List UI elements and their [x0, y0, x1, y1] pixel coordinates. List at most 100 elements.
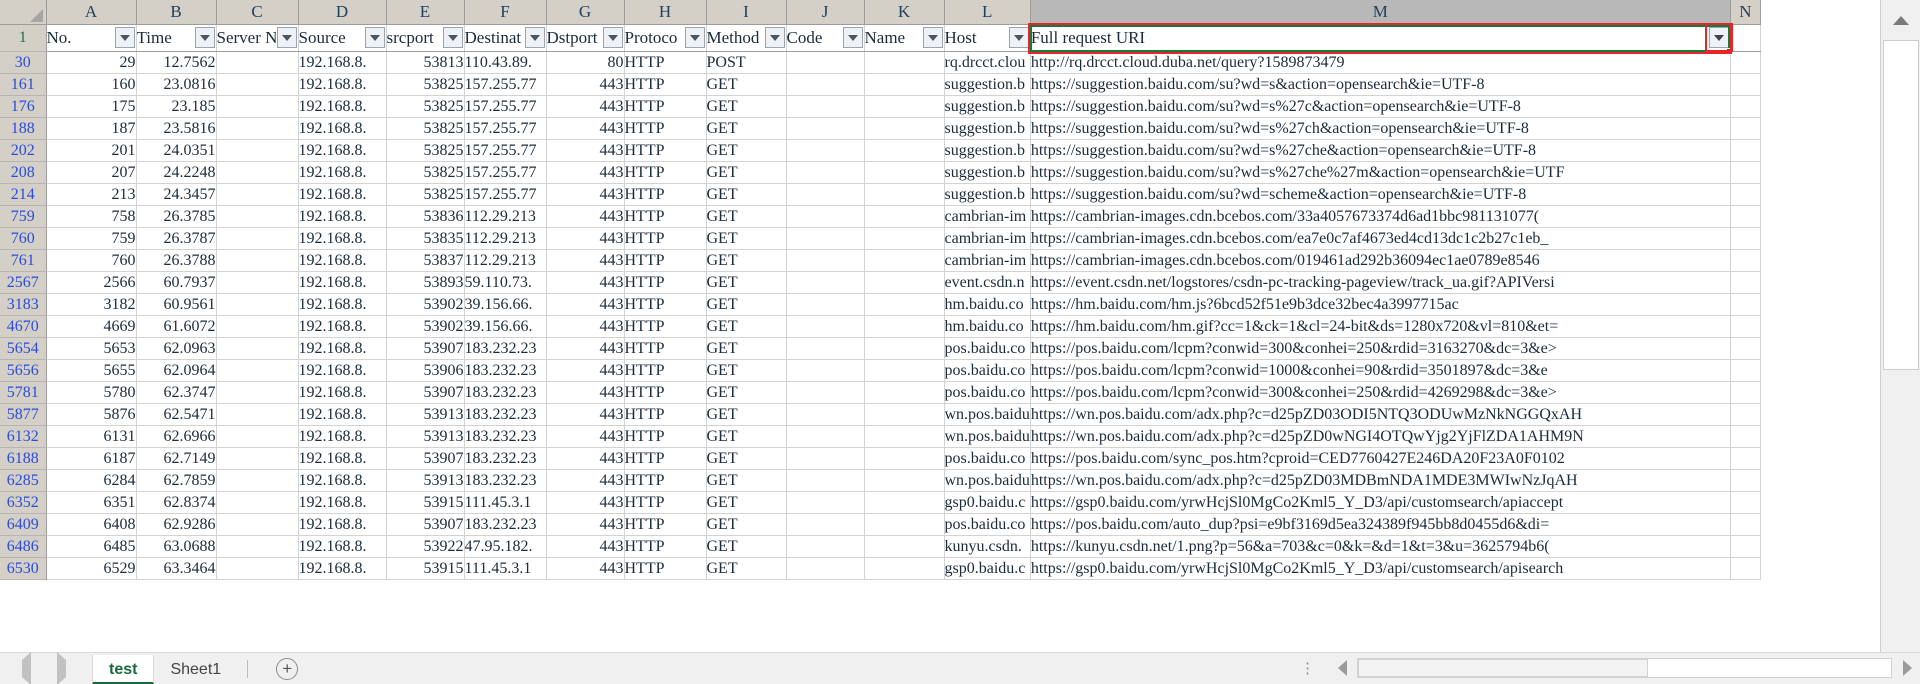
cell-i[interactable]: GET: [706, 557, 787, 580]
cell-j[interactable]: [786, 95, 865, 118]
cell-f[interactable]: 157.255.77: [464, 139, 547, 162]
cell-d[interactable]: 192.168.8.: [298, 293, 387, 316]
cell-d[interactable]: 192.168.8.: [298, 117, 387, 140]
cell-m[interactable]: https://hm.baidu.com/hm.gif?cc=1&ck=1&cl…: [1030, 315, 1731, 338]
cell-m[interactable]: https://pos.baidu.com/auto_dup?psi=e9bf3…: [1030, 513, 1731, 536]
cell-m[interactable]: https://suggestion.baidu.com/su?wd=s%27c…: [1030, 117, 1731, 140]
column-header-d[interactable]: D: [298, 0, 387, 25]
cell-j[interactable]: [786, 227, 865, 250]
row-header[interactable]: 6409: [0, 513, 47, 536]
cell-i[interactable]: GET: [706, 469, 787, 492]
cell-e[interactable]: 53906: [386, 359, 465, 382]
cell-e[interactable]: 53913: [386, 469, 465, 492]
cell-e[interactable]: 53825: [386, 73, 465, 96]
column-header-e[interactable]: E: [386, 0, 465, 25]
row-header[interactable]: 6188: [0, 447, 47, 470]
cell-j[interactable]: [786, 205, 865, 228]
cell-e[interactable]: 53825: [386, 139, 465, 162]
table-row[interactable]: 176 175 23.185 192.168.8. 53825 157.255.77 443…: [0, 95, 1761, 118]
cell-l[interactable]: kunyu.csdn.: [944, 535, 1031, 558]
cell-h[interactable]: HTTP: [624, 95, 707, 118]
cell-f[interactable]: 183.232.23: [464, 337, 547, 360]
cell-f[interactable]: 183.232.23: [464, 447, 547, 470]
row-header[interactable]: 5656: [0, 359, 47, 382]
cell-h[interactable]: HTTP: [624, 469, 707, 492]
cell-h[interactable]: HTTP: [624, 337, 707, 360]
cell-a[interactable]: 5653: [46, 337, 137, 360]
cell-h[interactable]: HTTP: [624, 557, 707, 580]
cell-a[interactable]: 187: [46, 117, 137, 140]
header-cell-j[interactable]: Code: [786, 24, 865, 52]
cell-e[interactable]: 53913: [386, 403, 465, 426]
cell-c[interactable]: [216, 205, 299, 228]
cell-i[interactable]: GET: [706, 161, 787, 184]
cell-k[interactable]: [864, 293, 945, 316]
cell-c[interactable]: [216, 271, 299, 294]
cell-n[interactable]: [1730, 315, 1761, 338]
cell-d[interactable]: 192.168.8.: [298, 249, 387, 272]
cell-e[interactable]: 53915: [386, 491, 465, 514]
cell-d[interactable]: 192.168.8.: [298, 227, 387, 250]
cell-n[interactable]: [1730, 469, 1761, 492]
cell-k[interactable]: [864, 227, 945, 250]
cell-g[interactable]: 443: [546, 95, 625, 118]
cell-a[interactable]: 758: [46, 205, 137, 228]
cell-h[interactable]: HTTP: [624, 535, 707, 558]
cell-m[interactable]: https://cambrian-images.cdn.bcebos.com/3…: [1030, 205, 1731, 228]
cell-f[interactable]: 39.156.66.: [464, 293, 547, 316]
cell-i[interactable]: GET: [706, 315, 787, 338]
cell-m[interactable]: https://cambrian-images.cdn.bcebos.com/0…: [1030, 249, 1731, 272]
cell-h[interactable]: HTTP: [624, 447, 707, 470]
cell-l[interactable]: gsp0.baidu.c: [944, 491, 1031, 514]
row-header[interactable]: 6285: [0, 469, 47, 492]
autofilter-button-g[interactable]: [602, 27, 623, 48]
header-cell-e[interactable]: srcport: [386, 24, 465, 52]
cell-a[interactable]: 6529: [46, 557, 137, 580]
row-header[interactable]: 6486: [0, 535, 47, 558]
cell-f[interactable]: 157.255.77: [464, 117, 547, 140]
cell-m[interactable]: https://wn.pos.baidu.com/adx.php?c=d25pZ…: [1030, 425, 1731, 448]
cell-n[interactable]: [1730, 381, 1761, 404]
cell-n[interactable]: [1730, 73, 1761, 96]
cell-d[interactable]: 192.168.8.: [298, 161, 387, 184]
vertical-scrollbar[interactable]: [1880, 0, 1920, 652]
cell-b[interactable]: 26.3785: [136, 205, 217, 228]
cell-e[interactable]: 53825: [386, 183, 465, 206]
cell-e[interactable]: 53902: [386, 315, 465, 338]
cell-f[interactable]: 183.232.23: [464, 425, 547, 448]
table-row[interactable]: 2567 2566 60.7937 192.168.8. 53893 59.110.73.…: [0, 271, 1761, 294]
cell-n[interactable]: [1730, 293, 1761, 316]
row-header[interactable]: 30: [0, 51, 47, 74]
cell-l[interactable]: suggestion.b: [944, 161, 1031, 184]
cell-c[interactable]: [216, 161, 299, 184]
cell-g[interactable]: 443: [546, 139, 625, 162]
cell-f[interactable]: 183.232.23: [464, 513, 547, 536]
cell-h[interactable]: HTTP: [624, 425, 707, 448]
cell-k[interactable]: [864, 139, 945, 162]
cell-c[interactable]: [216, 425, 299, 448]
column-header-b[interactable]: B: [136, 0, 217, 25]
cell-n[interactable]: [1730, 425, 1761, 448]
cell-d[interactable]: 192.168.8.: [298, 139, 387, 162]
cell-l[interactable]: wn.pos.baidu: [944, 425, 1031, 448]
cell-i[interactable]: GET: [706, 425, 787, 448]
cell-i[interactable]: GET: [706, 249, 787, 272]
cell-h[interactable]: HTTP: [624, 205, 707, 228]
cell-c[interactable]: [216, 73, 299, 96]
cell-e[interactable]: 53893: [386, 271, 465, 294]
cell-c[interactable]: [216, 513, 299, 536]
row-header[interactable]: 188: [0, 117, 47, 140]
cell-c[interactable]: [216, 95, 299, 118]
autofilter-button-i[interactable]: [764, 27, 785, 48]
table-row[interactable]: 30 29 12.7562 192.168.8. 53813 110.43.89. 80 HT…: [0, 51, 1761, 74]
header-cell-g[interactable]: Dstport: [546, 24, 625, 52]
table-row[interactable]: 5656 5655 62.0964 192.168.8. 53906 183.232.23…: [0, 359, 1761, 382]
cell-l[interactable]: suggestion.b: [944, 139, 1031, 162]
header-cell-f[interactable]: Destinat: [464, 24, 547, 52]
cell-h[interactable]: HTTP: [624, 403, 707, 426]
row-header[interactable]: 761: [0, 249, 47, 272]
cell-n[interactable]: [1730, 51, 1761, 74]
cell-n[interactable]: [1730, 161, 1761, 184]
cell-e[interactable]: 53837: [386, 249, 465, 272]
table-row[interactable]: 188 187 23.5816 192.168.8. 53825 157.255.77 44…: [0, 117, 1761, 140]
